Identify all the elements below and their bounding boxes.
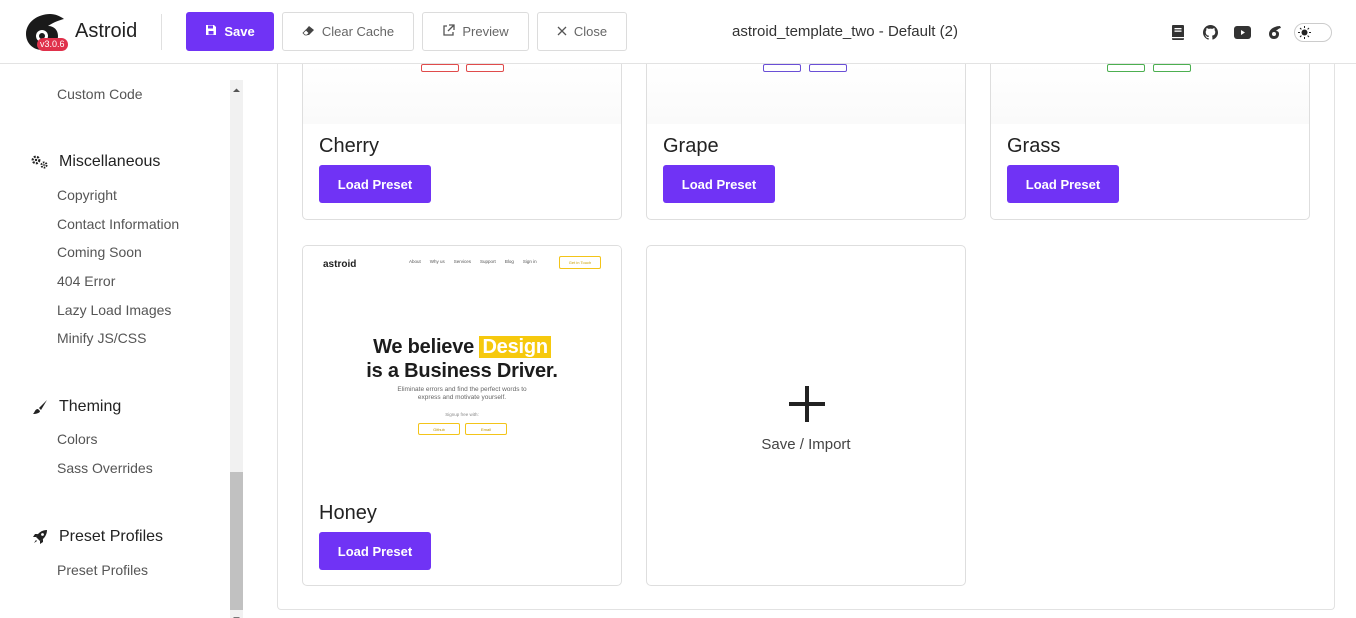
- version-badge: v3.0.6: [37, 38, 68, 51]
- sidebar-scrollbar-thumb[interactable]: [230, 472, 243, 610]
- save-import-label: Save / Import: [761, 436, 851, 453]
- sidebar-item-contact-information[interactable]: Contact Information: [57, 216, 179, 232]
- section-title: Miscellaneous: [59, 153, 161, 170]
- external-link-icon: [442, 23, 456, 40]
- clear-cache-label: Clear Cache: [321, 24, 395, 39]
- thumbnail-button: Github: [418, 423, 460, 435]
- eraser-icon: [302, 24, 315, 39]
- app-name: Astroid: [75, 20, 138, 42]
- thumbnail-nav-item: Support: [480, 259, 496, 264]
- thumbnail-nav-item: Blog: [504, 259, 514, 264]
- sidebar-item-custom-code[interactable]: Custom Code: [57, 86, 143, 102]
- close-label: Close: [573, 24, 608, 39]
- thumbnail-headline: is a Business Driver.: [366, 360, 558, 382]
- clear-cache-button[interactable]: Clear Cache: [282, 12, 414, 51]
- sidebar-item-404-error[interactable]: 404 Error: [57, 273, 115, 289]
- sidebar-item-colors[interactable]: Colors: [57, 431, 97, 447]
- section-title: Preset Profiles: [59, 528, 164, 545]
- youtube-icon[interactable]: [1232, 22, 1252, 42]
- scroll-down-arrow-icon[interactable]: [232, 610, 241, 618]
- preset-name: Grass: [1007, 135, 1061, 157]
- thumbnail-button: [1153, 64, 1191, 72]
- load-preset-button[interactable]: Load Preset: [319, 165, 431, 203]
- sidebar-section-theming: Theming: [31, 398, 121, 416]
- thumbnail-subtitle: Eliminate errors and find the perfect wo…: [397, 386, 527, 401]
- close-button[interactable]: Close: [537, 12, 627, 51]
- paintbrush-icon: [31, 398, 49, 416]
- preset-thumbnail: [303, 64, 621, 124]
- preset-card-cherry: Cherry Load Preset: [302, 64, 622, 220]
- load-preset-button[interactable]: Load Preset: [1007, 165, 1119, 203]
- thumbnail-nav-item: About: [409, 259, 421, 264]
- thumbnail-button: [1107, 64, 1145, 72]
- load-preset-button[interactable]: Load Preset: [319, 532, 431, 570]
- theme-toggle[interactable]: [1294, 23, 1332, 42]
- preset-name: Cherry: [319, 135, 380, 157]
- save-label: Save: [224, 24, 255, 39]
- cogs-icon: [31, 153, 49, 171]
- save-button[interactable]: Save: [186, 12, 274, 51]
- github-icon[interactable]: [1200, 22, 1220, 42]
- astroid-icon[interactable]: [1264, 22, 1284, 42]
- preset-card-grass: Grass Load Preset: [990, 64, 1310, 220]
- thumbnail-highlight: Design: [479, 336, 551, 358]
- sidebar-item-sass-overrides[interactable]: Sass Overrides: [57, 460, 153, 476]
- sun-icon: [1298, 26, 1311, 39]
- thumbnail-button: [763, 64, 801, 72]
- preset-name: Grape: [663, 135, 719, 157]
- preset-thumbnail: [647, 64, 965, 124]
- thumbnail-button: [466, 64, 504, 72]
- top-bar: v3.0.6 Astroid Save Clear Cache Preview …: [0, 0, 1356, 64]
- thumbnail-button: [421, 64, 459, 72]
- sidebar: Custom Code Miscellaneous Copyright Cont…: [0, 65, 248, 618]
- document-title: astroid_template_two - Default (2): [732, 23, 958, 40]
- presets-panel: Cherry Load Preset Grape Load Preset Gra…: [277, 64, 1335, 610]
- preset-name: Honey: [319, 502, 377, 524]
- preview-label: Preview: [462, 24, 509, 39]
- sidebar-section-preset-profiles: Preset Profiles: [31, 528, 163, 546]
- sidebar-item-coming-soon[interactable]: Coming Soon: [57, 244, 142, 260]
- thumbnail-nav-item: Services: [453, 259, 472, 264]
- sidebar-item-preset-profiles[interactable]: Preset Profiles: [57, 562, 148, 578]
- rocket-icon: [31, 528, 49, 546]
- thumbnail-logo: astroid: [323, 259, 357, 270]
- thumbnail-cta: Get in Touch: [559, 256, 601, 269]
- save-import-card[interactable]: Save / Import: [646, 245, 966, 586]
- thumbnail-button: [809, 64, 847, 72]
- scroll-up-arrow-icon[interactable]: [232, 82, 241, 92]
- floppy-icon: [205, 24, 217, 39]
- preset-thumbnail: [991, 64, 1309, 124]
- load-preset-button[interactable]: Load Preset: [663, 165, 775, 203]
- thumbnail-nav-item: Sign in: [522, 259, 537, 264]
- preset-card-grape: Grape Load Preset: [646, 64, 966, 220]
- book-icon[interactable]: [1168, 22, 1188, 42]
- preview-button[interactable]: Preview: [422, 12, 529, 51]
- preset-thumbnail: astroid About Why us Services Support Bl…: [303, 246, 621, 496]
- thumbnail-button: Email: [465, 423, 507, 435]
- thumbnail-nav-item: Why us: [429, 259, 445, 264]
- close-icon: [557, 24, 567, 39]
- sidebar-section-miscellaneous: Miscellaneous: [31, 153, 160, 171]
- sidebar-item-lazy-load-images[interactable]: Lazy Load Images: [57, 302, 171, 318]
- sidebar-item-copyright[interactable]: Copyright: [57, 187, 117, 203]
- thumbnail-nav: About Why us Services Support Blog Sign …: [409, 259, 537, 264]
- preset-card-honey: astroid About Why us Services Support Bl…: [302, 245, 622, 586]
- section-title: Theming: [59, 398, 122, 415]
- sidebar-item-minify-js-css[interactable]: Minify JS/CSS: [57, 330, 146, 346]
- thumbnail-headline: We believe Design: [303, 336, 621, 359]
- thumbnail-signup: Signup free with:: [445, 412, 479, 417]
- plus-icon: [787, 384, 827, 424]
- toolbar-divider: [161, 14, 162, 50]
